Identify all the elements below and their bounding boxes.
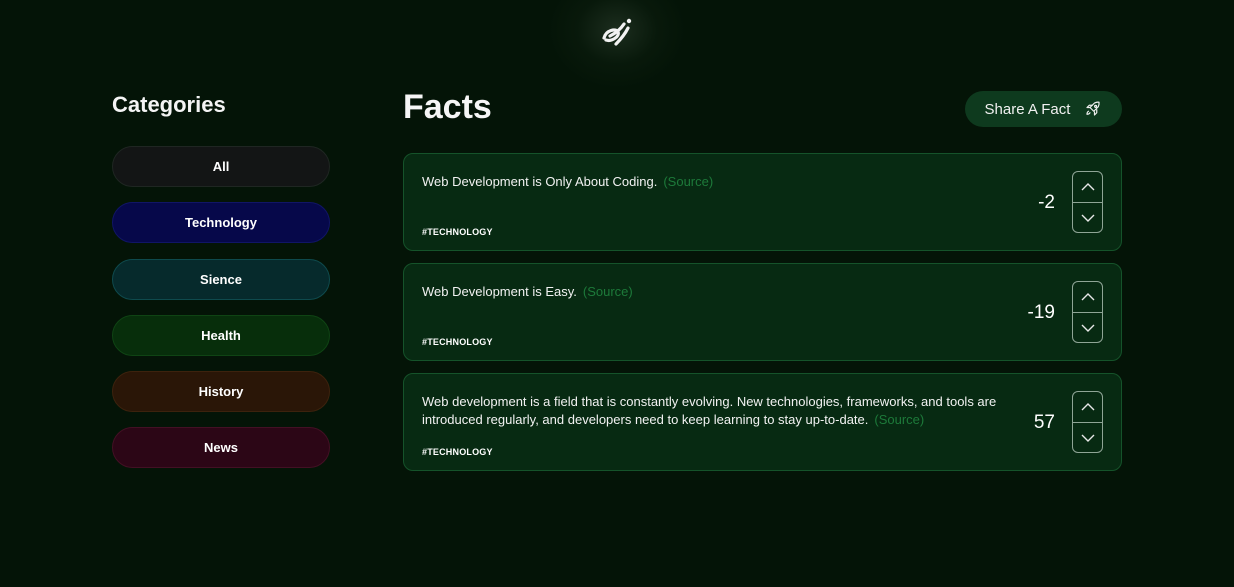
- fact-card: Web development is a field that is const…: [403, 373, 1122, 471]
- facts-title: Facts: [403, 88, 492, 126]
- share-fact-button[interactable]: Share A Fact: [965, 91, 1122, 127]
- fact-source-link[interactable]: (Source): [874, 412, 924, 427]
- category-all-button[interactable]: All: [112, 146, 330, 187]
- fact-text: Web Development is Easy. (Source): [422, 283, 1022, 301]
- chevron-up-icon: [1081, 403, 1094, 411]
- page: Categories All Technology Sience Health …: [0, 0, 1234, 587]
- fact-text-content: Web Development is Easy.: [422, 284, 577, 299]
- category-health-button[interactable]: Health: [112, 314, 330, 356]
- fact-score: -2: [1038, 192, 1055, 213]
- vote-down-button[interactable]: [1073, 422, 1102, 452]
- logo-icon[interactable]: [598, 16, 634, 50]
- vote-up-button[interactable]: [1073, 392, 1102, 422]
- rocket-icon: [1086, 101, 1101, 116]
- category-history-button[interactable]: History: [112, 371, 330, 413]
- vote-controls: [1072, 171, 1103, 233]
- fact-card: Web Development is Only About Coding. (So…: [403, 153, 1122, 251]
- vote-controls: [1072, 281, 1103, 343]
- vote-down-button[interactable]: [1073, 202, 1102, 232]
- fact-category-tag: #TECHNOLOGY: [422, 447, 493, 457]
- fact-text: Web Development is Only About Coding. (So…: [422, 173, 1022, 191]
- category-technology-button[interactable]: Technology: [112, 202, 330, 244]
- fact-text: Web development is a field that is const…: [422, 393, 1022, 429]
- fact-score: 57: [1033, 412, 1055, 433]
- fact-source-link[interactable]: (Source): [663, 174, 713, 189]
- share-fact-label: Share A Fact: [984, 100, 1071, 118]
- category-list: All Technology Sience Health History New…: [112, 146, 330, 484]
- fact-category-tag: #TECHNOLOGY: [422, 337, 493, 347]
- categories-title: Categories: [112, 92, 226, 117]
- fact-source-link[interactable]: (Source): [583, 284, 633, 299]
- chevron-down-icon: [1081, 434, 1094, 442]
- category-science-button[interactable]: Sience: [112, 258, 330, 300]
- chevron-up-icon: [1081, 183, 1094, 191]
- vote-controls: [1072, 391, 1103, 453]
- chevron-down-icon: [1081, 324, 1094, 332]
- chevron-up-icon: [1081, 293, 1094, 301]
- fact-category-tag: #TECHNOLOGY: [422, 227, 493, 237]
- category-news-button[interactable]: News: [112, 427, 330, 469]
- fact-card: Web Development is Easy. (Source) #TECHNO…: [403, 263, 1122, 361]
- chevron-down-icon: [1081, 214, 1094, 222]
- vote-up-button[interactable]: [1073, 172, 1102, 202]
- vote-up-button[interactable]: [1073, 282, 1102, 312]
- fact-text-content: Web Development is Only About Coding.: [422, 174, 658, 189]
- vote-down-button[interactable]: [1073, 312, 1102, 342]
- fact-score: -19: [1027, 302, 1055, 323]
